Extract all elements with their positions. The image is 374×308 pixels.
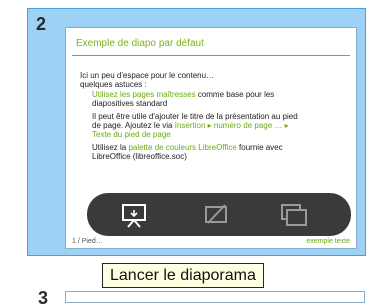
- tip-item: Utilisez la palette de couleurs LibreOff…: [80, 143, 348, 152]
- tip-text: comme base pour les: [195, 89, 275, 99]
- start-slideshow-button[interactable]: [117, 199, 151, 230]
- tip-item: LibreOffice (libreoffice.soc): [80, 152, 348, 161]
- hide-slide-icon: [205, 203, 227, 224]
- title-divider: [72, 55, 350, 56]
- tip-text: diapositives standard: [92, 99, 168, 109]
- tip-text: de page. Ajoutez le via: [92, 121, 175, 131]
- tip-item: Texte du pied de page: [80, 130, 348, 139]
- slide-number: 2: [36, 14, 47, 34]
- tip-text: Il peut être utile d'ajouter le titre de…: [92, 111, 298, 121]
- tip-link: palette de couleurs LibreOffice: [128, 142, 237, 152]
- presentation-screen-icon: [122, 203, 146, 228]
- tip-link: Texte du pied de page: [92, 130, 171, 140]
- slide-title: Exemple de diapo par défaut: [76, 38, 204, 49]
- tip-item: diapositives standard: [80, 99, 348, 108]
- tip-text: fournie avec: [236, 142, 283, 152]
- body-line: quelques astuces :: [80, 80, 147, 90]
- tip-text: Utilisez la: [92, 142, 129, 152]
- tip-item: Utilisez les pages maîtresses comme base…: [80, 90, 348, 99]
- slide-footer-right: exemple texte: [306, 238, 350, 245]
- next-slide-thumbnail[interactable]: [65, 291, 365, 303]
- duplicate-slide-icon: [281, 203, 307, 226]
- hide-slide-button[interactable]: [199, 199, 233, 230]
- tip-item: Il peut être utile d'ajouter le titre de…: [80, 112, 348, 121]
- next-slide-number: 3: [38, 288, 49, 308]
- slide-hover-toolbar: [87, 193, 351, 236]
- tip-link: Utilisez les pages maîtresses: [92, 89, 196, 99]
- body-line: Ici un peu d'espace pour le contenu…: [80, 71, 215, 80]
- tip-text: LibreOffice (libreoffice.soc): [92, 152, 187, 162]
- slide-footer-left: 1 / Pied…: [72, 238, 103, 245]
- tip-link: Insertion ▸ numéro de page … ▸: [174, 121, 289, 131]
- tip-item: de page. Ajoutez le via Insertion ▸ numé…: [80, 121, 348, 130]
- tooltip: Lancer le diaporama: [102, 263, 264, 288]
- slide-body: Ici un peu d'espace pour le contenu… que…: [80, 71, 348, 162]
- duplicate-slide-button[interactable]: [277, 199, 311, 230]
